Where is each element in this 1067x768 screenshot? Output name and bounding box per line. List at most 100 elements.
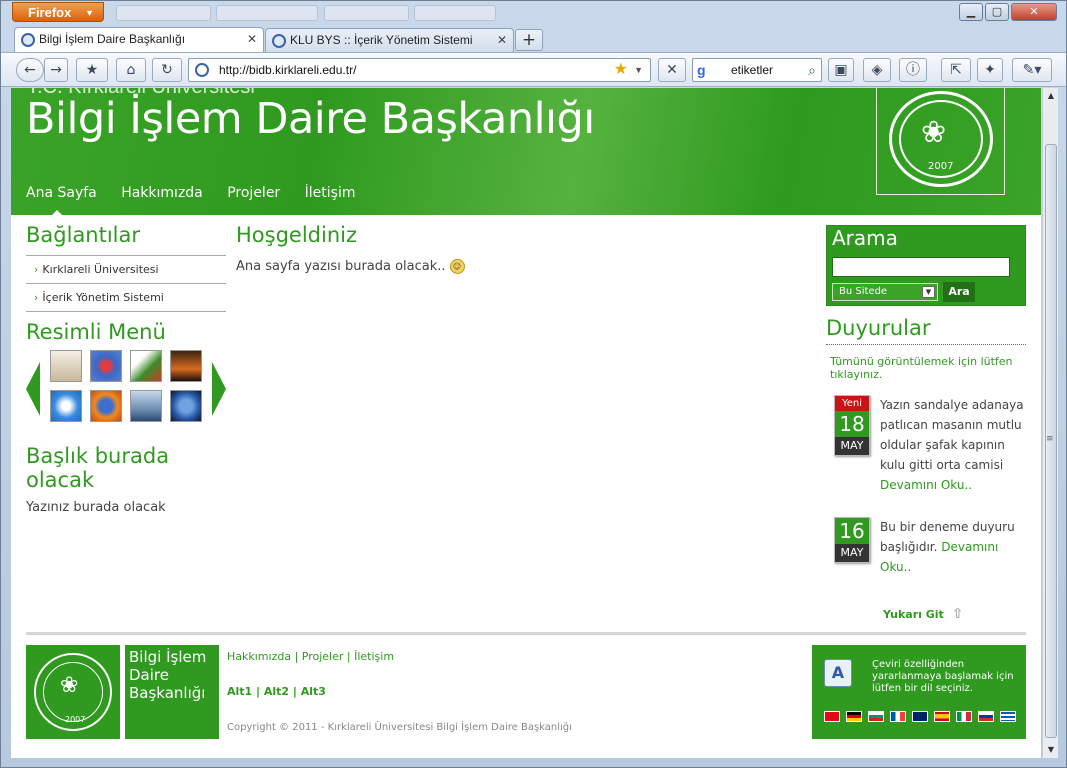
gallery-thumb[interactable]	[130, 350, 162, 382]
search-icon[interactable]: ⌕	[808, 59, 816, 81]
new-badge: Yeni	[835, 396, 869, 411]
tab-label: KLU BYS :: İçerik Yönetim Sistemi	[290, 33, 473, 47]
flag-bg-icon[interactable]	[868, 711, 884, 722]
announcement-body: Yazın sandalye adanaya patlıcan masanın …	[880, 398, 1024, 472]
navigation-toolbar: ← → ★ ⌂ ↻ http://bidb.kirklareli.edu.tr/…	[1, 52, 1066, 87]
chevron-down-icon: ▼	[85, 8, 94, 18]
minimize-button[interactable]: ▁	[959, 3, 983, 21]
menu-item-home[interactable]: Ana Sayfa	[26, 185, 97, 201]
search-widget: Arama Bu Sitede ▼ Ara	[826, 225, 1026, 306]
site-title: Bilgi İşlem Daire Başkanlığı	[26, 94, 595, 144]
home-button[interactable]: ⌂	[116, 58, 146, 82]
gallery-thumb[interactable]	[170, 350, 202, 382]
site-search-input[interactable]	[832, 257, 1010, 277]
link-cms[interactable]: İçerik Yönetim Sistemi	[26, 284, 226, 312]
menu-item-about[interactable]: Hakkımızda	[121, 185, 203, 201]
screenshot-icon[interactable]: ▣	[828, 58, 854, 82]
menu-item-contact[interactable]: İletişim	[305, 185, 356, 201]
prev-arrow-icon[interactable]	[26, 362, 40, 416]
translate-text: Çeviri özelliğinden yararlanmaya başlama…	[872, 659, 1014, 694]
next-arrow-icon[interactable]	[212, 362, 226, 416]
section-heading: Başlık burada olacak	[26, 444, 170, 492]
scroll-down-icon[interactable]: ▼	[1043, 742, 1059, 758]
logo-year: 2007	[928, 161, 954, 172]
search-scope-select[interactable]: Bu Sitede ▼	[832, 283, 938, 301]
gallery-thumb[interactable]	[170, 390, 202, 422]
left-sidebar: Bağlantılar Kırklareli Üniversitesi İçer…	[26, 223, 226, 515]
tab-label: Bilgi İşlem Daire Başkanlığı	[39, 32, 186, 46]
extension-icon[interactable]: ✦	[977, 58, 1003, 82]
google-icon: g	[697, 62, 706, 78]
gallery-thumb[interactable]	[90, 390, 122, 422]
view-all-link[interactable]: Tümünü görüntülemek için lütfen tıklayın…	[826, 355, 1026, 381]
smiley-icon: ☺	[449, 259, 465, 274]
favicon-icon	[272, 34, 286, 48]
main-menu: Ana Sayfa Hakkımızda Projeler İletişim	[26, 185, 376, 201]
flag-gb-icon[interactable]	[912, 711, 928, 722]
background-window-ghost	[116, 5, 211, 21]
search-bar[interactable]: g etiketler ⌕	[692, 58, 822, 82]
bookmarks-button[interactable]: ★	[76, 58, 108, 82]
tab-klu-bys[interactable]: KLU BYS :: İçerik Yönetim Sistemi ✕	[265, 28, 514, 52]
reload-button[interactable]: ↻	[152, 58, 182, 82]
scroll-up-icon[interactable]: ▲	[1043, 88, 1059, 104]
links-list: Kırklareli Üniversitesi İçerik Yönetim S…	[26, 255, 226, 312]
flag-gr-icon[interactable]	[1000, 711, 1016, 722]
flag-fr-icon[interactable]	[890, 711, 906, 722]
date-month: MAY	[835, 437, 869, 455]
main-content: Hoşgeldiniz Ana sayfa yazısı burada olac…	[236, 223, 796, 274]
link-university[interactable]: Kırklareli Üniversitesi	[26, 256, 226, 284]
date-badge: 16 MAY	[834, 517, 870, 563]
copyright-text: Copyright © 2011 - Kırklareli Üniversite…	[227, 722, 572, 733]
back-to-top-link[interactable]: Yukarı Git ⇧	[883, 606, 964, 622]
tools-icon[interactable]: ✎▾	[1012, 58, 1052, 82]
footer-alt-links[interactable]: Alt1 | Alt2 | Alt3	[227, 685, 326, 698]
close-tab-icon[interactable]: ✕	[497, 29, 507, 51]
chevron-down-icon[interactable]: ▼	[634, 59, 643, 81]
flag-tr-icon[interactable]	[824, 711, 840, 722]
new-tab-button[interactable]: +	[515, 29, 543, 51]
background-window-ghost	[324, 5, 409, 21]
pointer-icon[interactable]: ⇱	[941, 58, 971, 82]
bookmark-star-icon[interactable]: ★	[614, 59, 628, 81]
footer-links[interactable]: Hakkımızda | Projeler | İletişim	[227, 650, 394, 663]
date-day: 18	[835, 411, 869, 437]
tab-bidb[interactable]: Bilgi İşlem Daire Başkanlığı ✕	[14, 27, 264, 52]
close-tab-icon[interactable]: ✕	[247, 28, 257, 50]
browser-window: Firefox ▼ ▁ ▢ ✕ Bilgi İşlem Daire Başkanl…	[0, 0, 1067, 768]
gallery-thumb[interactable]	[130, 390, 162, 422]
gallery-thumb[interactable]	[50, 390, 82, 422]
close-window-button[interactable]: ✕	[1011, 3, 1057, 21]
read-more-link[interactable]: Devamını Oku..	[880, 478, 972, 492]
firefox-menu-button[interactable]: Firefox ▼	[12, 2, 104, 22]
flag-it-icon[interactable]	[956, 711, 972, 722]
title-bar: Firefox ▼ ▁ ▢ ✕	[1, 1, 1066, 25]
gallery-thumb[interactable]	[90, 350, 122, 382]
gallery-carousel	[26, 350, 226, 430]
search-scope-value: Bu Sitede	[839, 286, 888, 297]
maximize-button[interactable]: ▢	[985, 3, 1009, 21]
addon-icon[interactable]: ◈	[863, 58, 891, 82]
welcome-heading: Hoşgeldiniz	[236, 223, 357, 247]
stop-button[interactable]: ✕	[658, 58, 686, 82]
favicon-icon	[21, 33, 35, 47]
announcement-item: Yeni 18 MAY Yazın sandalye adanaya patlı…	[834, 395, 1029, 505]
flag-ru-icon[interactable]	[978, 711, 994, 722]
search-input: etiketler	[731, 63, 774, 77]
address-bar[interactable]: http://bidb.kirklareli.edu.tr/ ★ ▼	[188, 58, 651, 82]
info-icon[interactable]: ⓘ	[899, 58, 927, 82]
gallery-thumb[interactable]	[50, 350, 82, 382]
flag-de-icon[interactable]	[846, 711, 862, 722]
vertical-scrollbar[interactable]: ▲ ≡ ▼	[1042, 88, 1058, 758]
back-to-top-label: Yukarı Git	[883, 608, 944, 621]
menu-item-projects[interactable]: Projeler	[227, 185, 280, 201]
forward-button[interactable]: →	[44, 58, 68, 82]
translate-widget: A Çeviri özelliğinden yararlanmaya başla…	[812, 645, 1026, 739]
footer-logo: ❀ 2007	[26, 645, 120, 739]
background-window-ghost	[414, 5, 496, 21]
date-month: MAY	[835, 544, 869, 562]
search-submit-button[interactable]: Ara	[943, 282, 975, 302]
flag-es-icon[interactable]	[934, 711, 950, 722]
announcement-text: Bu bir deneme duyuru başlığıdır. Devamın…	[880, 517, 1030, 577]
back-button[interactable]: ←	[16, 58, 44, 82]
